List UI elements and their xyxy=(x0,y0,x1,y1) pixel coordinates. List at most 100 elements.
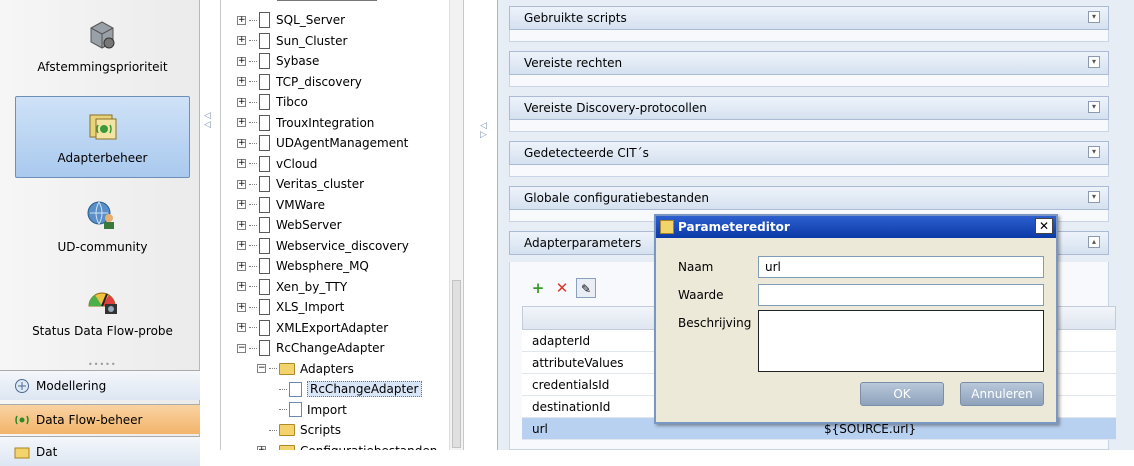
tree-node[interactable]: + Sun_Cluster xyxy=(237,31,347,51)
expand-node-icon[interactable]: + xyxy=(237,323,246,332)
close-icon[interactable]: ✕ xyxy=(1035,218,1053,234)
expand-section-icon[interactable]: ▾ xyxy=(1088,191,1100,203)
tree-node-label: vCloud xyxy=(276,156,318,171)
tree-node[interactable]: + Websphere_MQ xyxy=(237,256,369,276)
tree-node[interactable]: + vCloud xyxy=(237,154,317,174)
tree-branch-line xyxy=(249,122,257,123)
adapter-node-icon xyxy=(259,299,270,315)
tree-node[interactable]: + TCP_discovery xyxy=(237,72,362,92)
tree-node-label: UDAgentManagement xyxy=(276,136,409,150)
description-label: Beschrijving xyxy=(678,316,752,330)
nav-bar-modellering[interactable]: Modellering xyxy=(0,370,200,400)
expand-section-icon[interactable]: ▾ xyxy=(1088,146,1100,158)
expand-node-icon[interactable]: + xyxy=(237,77,246,86)
expand-node-icon[interactable]: + xyxy=(237,179,246,189)
expand-node-icon[interactable]: + xyxy=(237,15,246,25)
param-name-cell: destinationId xyxy=(532,400,611,414)
tree-node[interactable]: + Tibco xyxy=(237,92,308,112)
expand-node-icon[interactable]: + xyxy=(237,138,246,148)
section-header[interactable]: Vereiste Discovery-protocollen ▾ xyxy=(509,96,1109,120)
nav-item-adapterbeheer[interactable]: Adapterbeheer xyxy=(15,96,190,178)
community-globe-icon xyxy=(85,198,119,232)
description-field[interactable] xyxy=(758,310,1044,372)
nav-bar-data[interactable]: Dat xyxy=(0,436,200,466)
tree-node[interactable]: + Xen_by_TTY xyxy=(237,277,347,297)
expand-node-icon[interactable]: + xyxy=(257,446,266,450)
expand-section-icon[interactable]: ▾ xyxy=(1088,11,1100,23)
nav-item-status-data-flow-probe[interactable]: Status Data Flow-probe xyxy=(15,270,190,352)
tree-node[interactable]: + XMLExportAdapter xyxy=(237,318,388,338)
tree-node[interactable]: + TrouxIntegration xyxy=(237,113,374,133)
adapter-node-icon xyxy=(259,196,270,213)
tree-branch-line xyxy=(249,327,257,328)
tree-branch-line xyxy=(279,388,287,390)
tree-scrollbar[interactable] xyxy=(449,0,463,450)
probe-gauge-icon xyxy=(85,282,119,316)
section-header[interactable]: Gedetecteerde CIT´s ▾ xyxy=(509,141,1109,165)
section-header[interactable]: Globale configuratiebestanden ▾ xyxy=(509,186,1109,210)
adapter-node-icon xyxy=(259,319,270,336)
expand-node-icon[interactable]: + xyxy=(237,302,246,312)
tree-node[interactable]: + Veritas_cluster xyxy=(237,174,364,194)
collapse-left-arrow[interactable]: ◁ ◁ xyxy=(204,112,214,130)
adapter-node-icon xyxy=(259,12,270,28)
add-parameter-icon[interactable]: + xyxy=(528,278,548,298)
data-flow-icon xyxy=(14,412,30,428)
tree-node-adapters[interactable]: − Adapters xyxy=(257,359,354,379)
tree-scroll-thumb[interactable] xyxy=(452,280,461,448)
expand-node-icon[interactable]: + xyxy=(237,261,246,271)
name-field[interactable] xyxy=(758,256,1044,278)
tree-node[interactable]: + WebServer xyxy=(237,215,342,235)
expand-node-icon[interactable]: + xyxy=(237,118,246,127)
expand-node-icon[interactable]: + xyxy=(237,200,246,209)
expand-section-icon[interactable]: ▾ xyxy=(1088,101,1100,113)
ok-button[interactable]: OK xyxy=(860,382,944,406)
nav-item-label: Adapterbeheer xyxy=(57,151,148,165)
tree-node[interactable]: + VMWare xyxy=(237,195,325,215)
folder-icon xyxy=(279,424,295,436)
tree-node[interactable]: + Webservice_discovery xyxy=(237,236,409,256)
nav-bar-data-flow-beheer[interactable]: Data Flow-beheer xyxy=(0,404,200,434)
adapter-node-icon xyxy=(259,237,270,254)
tree-branch-line xyxy=(249,224,257,226)
collapse-node-icon[interactable]: − xyxy=(257,364,266,373)
dialog-titlebar[interactable]: Parametereditor ✕ xyxy=(656,216,1056,238)
section-title: Gedetecteerde CIT´s xyxy=(524,146,649,160)
param-name-cell: adapterId xyxy=(532,334,591,348)
section-header[interactable]: Vereiste rechten ▾ xyxy=(509,51,1109,75)
expand-node-icon[interactable]: + xyxy=(237,282,246,291)
collapse-tree-arrow[interactable]: ◁ ▷ xyxy=(480,122,490,140)
expand-node-icon[interactable]: + xyxy=(237,220,246,230)
tree-branch-line xyxy=(269,368,277,369)
tree-branch-line xyxy=(249,286,257,287)
tree-node[interactable]: − RcChangeAdapter xyxy=(237,338,385,358)
nav-item-label: Status Data Flow-probe xyxy=(32,324,173,338)
expand-section-icon[interactable]: ▾ xyxy=(1088,56,1100,68)
value-field[interactable] xyxy=(758,284,1044,306)
expand-node-icon[interactable]: + xyxy=(237,97,246,107)
tree-node[interactable]: + XLS_Import xyxy=(237,297,344,317)
collapse-node-icon[interactable]: − xyxy=(237,343,246,353)
nav-item-ud-community[interactable]: UD-community xyxy=(15,186,190,268)
expand-node-icon[interactable]: + xyxy=(237,159,246,168)
expand-node-icon[interactable]: + xyxy=(237,36,246,45)
tree-node-label: Scripts xyxy=(300,423,342,437)
tree-node-import[interactable]: Import xyxy=(279,400,347,420)
tree-node-label: RcChangeAdapter xyxy=(276,341,385,355)
cancel-button[interactable]: Annuleren xyxy=(960,382,1044,406)
tree-node[interactable]: + UDAgentManagement xyxy=(237,133,408,153)
expand-node-icon[interactable]: + xyxy=(237,241,246,250)
collapse-section-icon[interactable]: ▴ xyxy=(1088,236,1100,248)
delete-parameter-icon[interactable]: ✕ xyxy=(552,278,572,298)
adapter-node-icon xyxy=(259,53,270,69)
tree-node-scripts[interactable]: Scripts xyxy=(269,420,341,440)
splitter-handle[interactable]: ••••• xyxy=(88,360,117,369)
tree-node[interactable]: + Sybase xyxy=(237,51,319,71)
tree-node[interactable]: + SQL_Server xyxy=(237,10,345,30)
tree-node-config[interactable]: + Configuratiebestanden xyxy=(257,441,437,450)
edit-parameter-icon[interactable]: ✎ xyxy=(576,278,596,298)
section-header[interactable]: Gebruikte scripts ▾ xyxy=(509,6,1109,30)
expand-node-icon[interactable]: + xyxy=(237,56,246,66)
nav-item-afstemmingsprioriteit[interactable]: Afstemmingsprioriteit xyxy=(15,6,190,88)
tree-node-selected-adapter[interactable]: RcChangeAdapter xyxy=(279,379,422,399)
